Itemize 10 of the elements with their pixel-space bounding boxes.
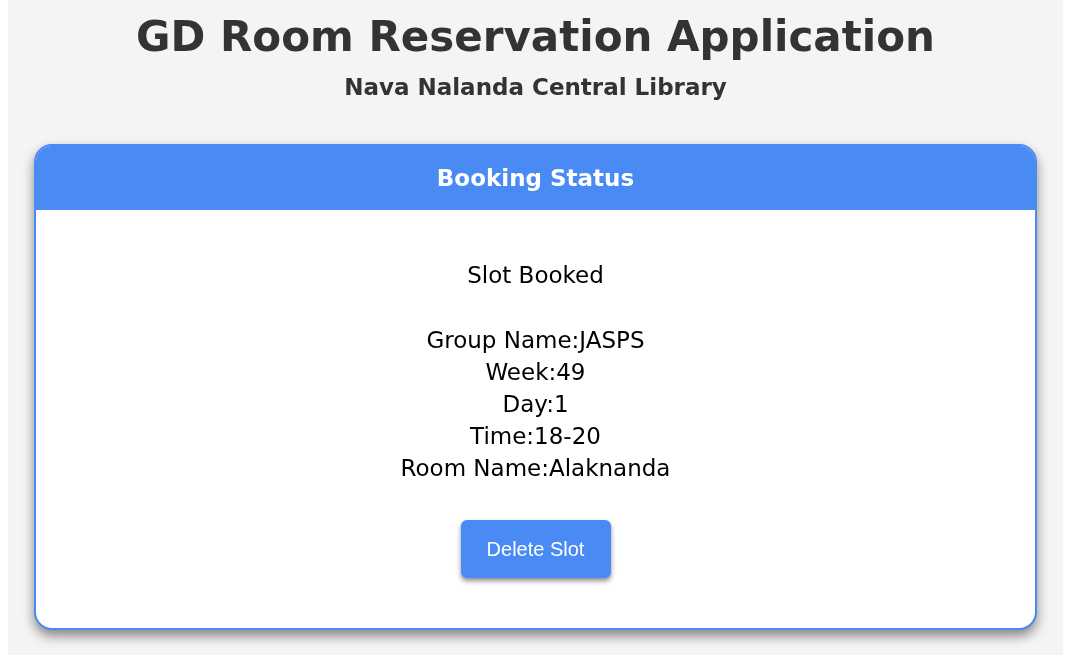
status-text: Slot Booked	[467, 261, 604, 290]
card-title: Booking Status	[436, 163, 635, 193]
page-title: GD Room Reservation Application	[136, 11, 935, 63]
delete-slot-button[interactable]: Delete Slot	[460, 520, 611, 578]
detail-line: Day:1	[502, 390, 569, 419]
detail-line: Group Name:JASPS	[426, 326, 645, 355]
detail-line: Week:49	[485, 358, 586, 387]
detail-line: Time:18-20	[470, 422, 601, 451]
page-subtitle: Nava Nalanda Central Library	[344, 73, 727, 102]
detail-line: Room Name:Alaknanda	[400, 454, 671, 483]
